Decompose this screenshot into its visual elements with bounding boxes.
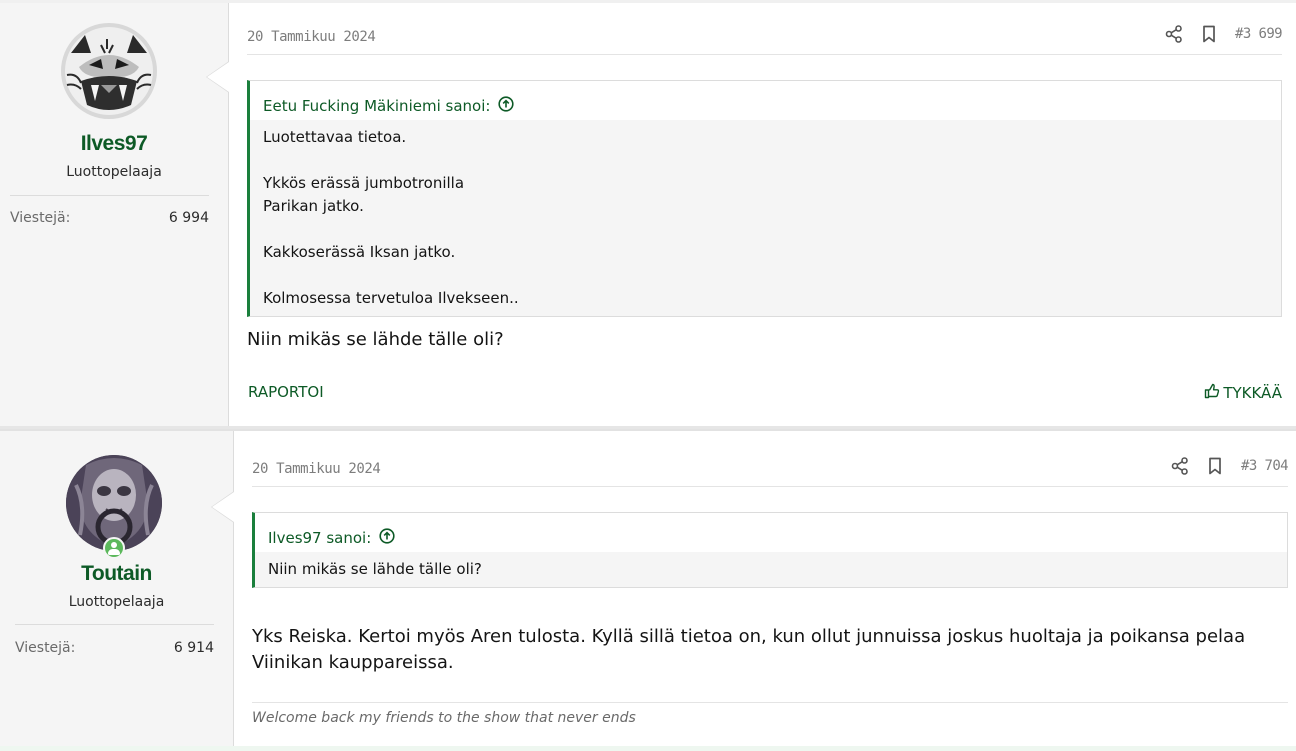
arrow-up-circle-icon[interactable] bbox=[498, 95, 515, 116]
username[interactable]: Toutain bbox=[0, 562, 233, 586]
like-label: TYKKÄÄ bbox=[1223, 384, 1282, 402]
share-icon[interactable] bbox=[1165, 25, 1183, 43]
quote-line-gap bbox=[263, 149, 1268, 172]
user-cell: Ilves97 Luottopelaaja Viestejä: 6 994 bbox=[0, 3, 229, 426]
online-status-icon bbox=[103, 537, 125, 559]
user-title: Luottopelaaja bbox=[66, 164, 162, 180]
quote-line: Kakkoserässä Iksan jatko. bbox=[263, 243, 456, 261]
username[interactable]: Ilves97 bbox=[0, 132, 228, 156]
user-arrow bbox=[211, 491, 234, 523]
like-button[interactable]: TYKKÄÄ bbox=[1204, 383, 1282, 403]
quote-line: Luotettavaa tietoa. bbox=[263, 128, 407, 146]
post-date[interactable]: 20 Tammikuu 2024 bbox=[252, 461, 381, 477]
thumbs-up-icon bbox=[1204, 383, 1220, 403]
user-signature: Welcome back my friends to the show that… bbox=[252, 702, 1288, 726]
user-separator bbox=[15, 624, 214, 625]
post-header: 20 Tammikuu 2024 #3 699 bbox=[247, 25, 1283, 55]
post-3699: Ilves97 Luottopelaaja Viestejä: 6 994 20… bbox=[0, 0, 1296, 426]
post-number[interactable]: #3 704 bbox=[1241, 458, 1289, 474]
message-count-value: 6 914 bbox=[173, 640, 214, 656]
message-count-value: 6 994 bbox=[168, 210, 209, 226]
user-cell: Toutain Luottopelaaja Viestejä: 6 914 bbox=[0, 431, 234, 747]
post-3704: Toutain Luottopelaaja Viestejä: 6 914 20… bbox=[0, 429, 1296, 747]
share-icon[interactable] bbox=[1171, 457, 1189, 475]
post-main: 20 Tammikuu 2024 #3 704 Ilves97 sanoi: N… bbox=[234, 431, 1296, 747]
post-date[interactable]: 20 Tammikuu 2024 bbox=[247, 29, 376, 45]
message-count-label: Viestejä: bbox=[10, 210, 71, 226]
user-title: Luottopelaaja bbox=[68, 594, 165, 610]
quote-author[interactable]: Ilves97 sanoi: bbox=[268, 529, 371, 547]
quote-line: Ykkös erässä jumbotronilla bbox=[263, 174, 465, 192]
quote-author[interactable]: Eetu Fucking Mäkiniemi sanoi: bbox=[263, 97, 490, 115]
arrow-up-circle-icon[interactable] bbox=[379, 527, 395, 548]
bottom-strip bbox=[0, 746, 1296, 751]
quote-block: Eetu Fucking Mäkiniemi sanoi: Luotettava… bbox=[247, 80, 1282, 317]
quote-title[interactable]: Eetu Fucking Mäkiniemi sanoi: bbox=[250, 81, 1281, 120]
post-header-actions: #3 699 bbox=[1165, 25, 1283, 43]
message-count-label: Viestejä: bbox=[15, 640, 76, 656]
message-count: Viestejä: 6 914 bbox=[15, 640, 214, 656]
avatar[interactable] bbox=[61, 23, 157, 119]
message-count: Viestejä: 6 994 bbox=[10, 210, 209, 226]
quote-block: Ilves97 sanoi: Niin mikäs se lähde tälle… bbox=[252, 512, 1288, 588]
post-header: 20 Tammikuu 2024 #3 704 bbox=[252, 457, 1289, 487]
quote-line: Niin mikäs se lähde tälle oli? bbox=[268, 560, 482, 578]
post-number[interactable]: #3 699 bbox=[1235, 26, 1283, 42]
lynx-avatar-image bbox=[61, 23, 157, 119]
post-main: 20 Tammikuu 2024 #3 699 Eetu Fucking Mäk… bbox=[229, 3, 1296, 426]
quote-body: Niin mikäs se lähde tälle oli? bbox=[255, 552, 1287, 581]
post-header-actions: #3 704 bbox=[1171, 457, 1289, 475]
user-arrow bbox=[206, 61, 229, 93]
quote-line: Parikan jatko. bbox=[263, 197, 364, 215]
bookmark-icon[interactable] bbox=[1201, 25, 1217, 43]
post-message: Yks Reiska. Kertoi myös Aren tulosta. Ky… bbox=[252, 626, 1246, 673]
post-message: Niin mikäs se lähde tälle oli? bbox=[247, 329, 504, 350]
quote-line: Kolmosessa tervetuloa Ilvekseen.. bbox=[263, 289, 519, 307]
quote-title[interactable]: Ilves97 sanoi: bbox=[255, 513, 1287, 552]
report-link[interactable]: RAPORTOI bbox=[248, 383, 324, 401]
user-separator bbox=[10, 195, 209, 196]
quote-line-gap bbox=[263, 218, 1268, 241]
quote-line-gap bbox=[263, 264, 1268, 287]
quote-body: Luotettavaa tietoa. Ykkös erässä jumbotr… bbox=[250, 120, 1281, 310]
bookmark-icon[interactable] bbox=[1207, 457, 1223, 475]
